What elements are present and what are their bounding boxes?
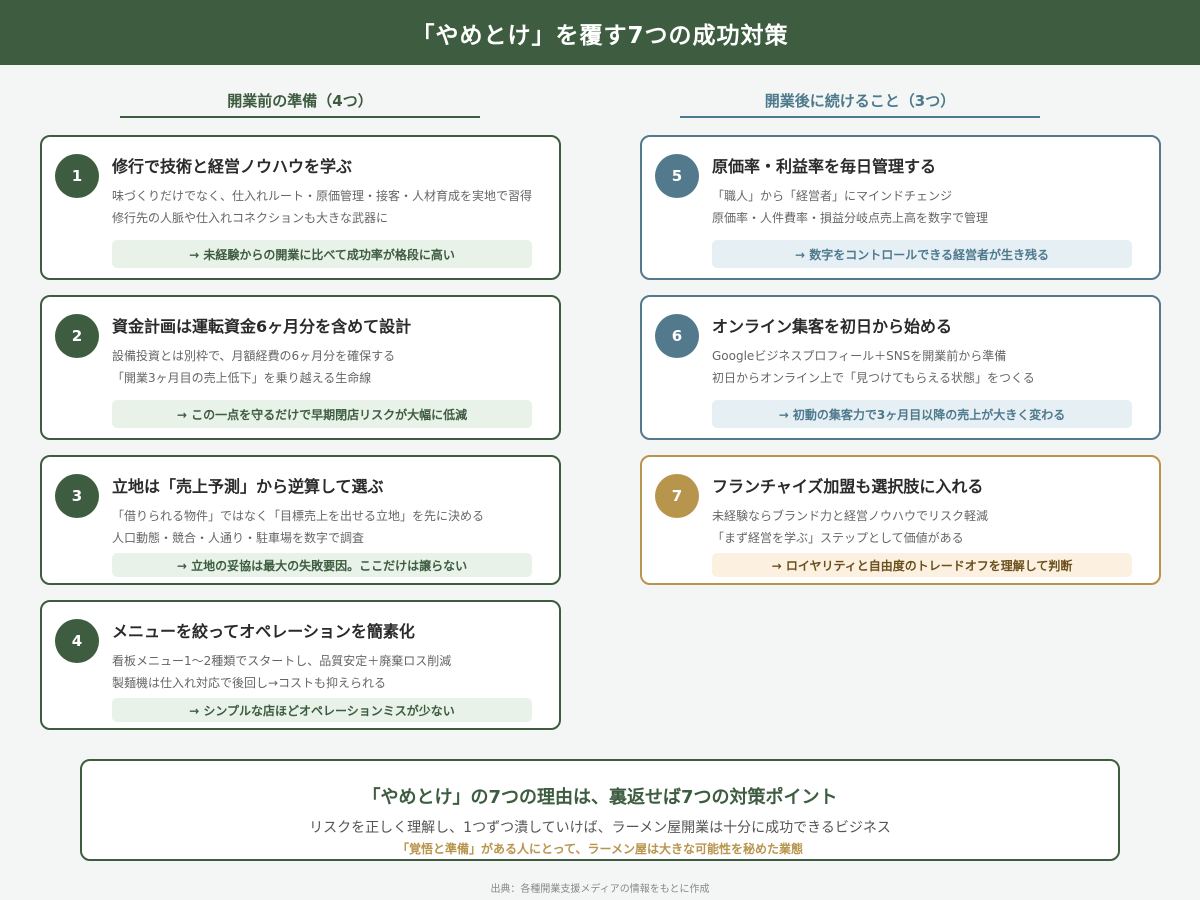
card-description: 味づくりだけでなく、仕入れルート・原価管理・接客・人材育成を実地で習得 [112,189,533,203]
card-result: → この一点を守るだけで早期閉店リスクが大幅に低減 [112,400,532,428]
column-heading-pre-opening: 開業前の準備（4つ） [120,90,480,118]
measure-card-2: 2 資金計画は運転資金6ヶ月分を含めて設計 設備投資とは別枠で、月額経費の6ヶ月… [40,295,561,440]
step-number-badge: 6 [655,314,699,358]
card-result: → 未経験からの開業に比べて成功率が格段に高い [112,240,532,268]
card-title: 修行で技術と経営ノウハウを学ぶ [112,157,353,176]
step-number-badge: 5 [655,154,699,198]
card-title: 原価率・利益率を毎日管理する [712,157,937,176]
card-description: 「借りられる物件」ではなく「目標売上を出せる立地」を先に決める [112,509,485,523]
card-description: 看板メニュー1〜2種類でスタートし、品質安定＋廃棄ロス削減 [112,654,452,668]
measure-card-4: 4 メニューを絞ってオペレーションを簡素化 看板メニュー1〜2種類でスタートし、… [40,600,561,730]
card-result: → 数字をコントロールできる経営者が生き残る [712,240,1132,268]
column-heading-post-opening: 開業後に続けること（3つ） [680,90,1040,118]
card-title: 資金計画は運転資金6ヶ月分を含めて設計 [112,317,412,336]
summary-emphasis: 「覚悟と準備」がある人にとって、ラーメン屋は大きな可能性を秘めた業態 [397,842,803,856]
card-description: 修行先の人脈や仕入れコネクションも大きな武器に [112,211,389,225]
card-title: 立地は「売上予測」から逆算して選ぶ [112,477,384,496]
card-description: 「職人」から「経営者」にマインドチェンジ [712,189,953,203]
card-description: 製麺機は仕入れ対応で後回し→コストも抑えられる [112,676,387,690]
step-number-badge: 1 [55,154,99,198]
page-title: 「やめとけ」を覆す7つの成功対策 [0,0,1200,65]
measure-card-7: 7 フランチャイズ加盟も選択肢に入れる 未経験ならブランド力と経営ノウハウでリス… [640,455,1161,585]
step-number-badge: 7 [655,474,699,518]
card-result: → ロイヤリティと自由度のトレードオフを理解して判断 [712,553,1132,577]
card-title: メニューを絞ってオペレーションを簡素化 [112,622,415,641]
card-description: 「開業3ヶ月目の売上低下」を乗り越える生命線 [112,371,372,385]
measure-card-1: 1 修行で技術と経営ノウハウを学ぶ 味づくりだけでなく、仕入れルート・原価管理・… [40,135,561,280]
summary-body: リスクを正しく理解し、1つずつ潰していけば、ラーメン屋開業は十分に成功できるビジ… [309,820,891,836]
card-description: 初日からオンライン上で「見つけてもらえる状態」をつくる [712,371,1035,385]
card-description: 人口動態・競合・人通り・駐車場を数字で調査 [112,531,365,545]
measure-card-6: 6 オンライン集客を初日から始める Googleビジネスプロフィール＋SNSを開… [640,295,1161,440]
summary-box: 「やめとけ」の7つの理由は、裏返せば7つの対策ポイント リスクを正しく理解し、1… [80,759,1120,861]
card-result: → シンプルな店ほどオペレーションミスが少ない [112,698,532,722]
step-number-badge: 4 [55,619,99,663]
card-result: → 初動の集客力で3ヶ月目以降の売上が大きく変わる [712,400,1132,428]
card-title: フランチャイズ加盟も選択肢に入れる [712,477,984,496]
card-description: 未経験ならブランド力と経営ノウハウでリスク軽減 [712,509,989,523]
card-description: 原価率・人件費率・損益分岐点売上高を数字で管理 [712,211,989,225]
summary-title: 「やめとけ」の7つの理由は、裏返せば7つの対策ポイント [362,787,838,808]
measure-card-5: 5 原価率・利益率を毎日管理する 「職人」から「経営者」にマインドチェンジ 原価… [640,135,1161,280]
step-number-badge: 3 [55,474,99,518]
step-number-badge: 2 [55,314,99,358]
measure-card-3: 3 立地は「売上予測」から逆算して選ぶ 「借りられる物件」ではなく「目標売上を出… [40,455,561,585]
card-result: → 立地の妥協は最大の失敗要因。ここだけは譲らない [112,553,532,577]
card-description: 設備投資とは別枠で、月額経費の6ヶ月分を確保する [112,349,396,363]
card-description: 「まず経営を学ぶ」ステップとして価値がある [712,531,964,545]
card-title: オンライン集客を初日から始める [712,317,953,336]
card-description: Googleビジネスプロフィール＋SNSを開業前から準備 [712,349,1007,363]
source-note: 出典：各種開業支援メディアの情報をもとに作成 [490,884,710,895]
